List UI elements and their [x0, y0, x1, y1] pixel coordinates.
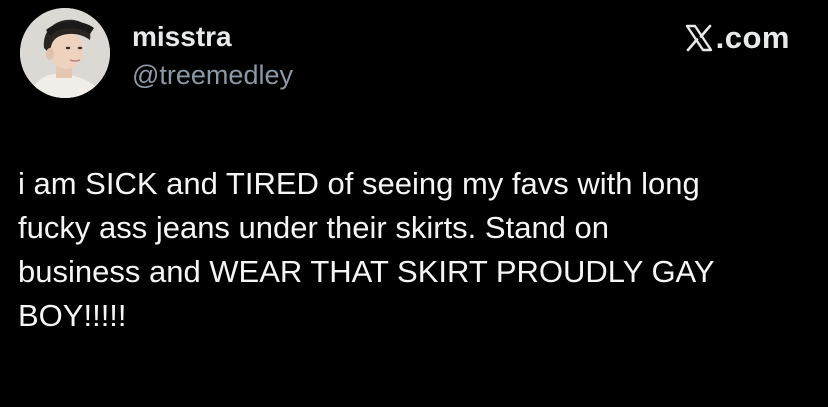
tweet-text-line: BOY!!!!!: [18, 298, 127, 333]
brand-text: .com: [715, 20, 790, 55]
brand-watermark: .com: [684, 18, 790, 58]
author-handle[interactable]: @treemedley: [132, 58, 293, 92]
profile-photo-icon: [20, 8, 110, 98]
tweet-text-line: fucky ass jeans under their skirts. Stan…: [18, 210, 610, 245]
tweet-card: misstra @treemedley .com i am SICK and T…: [0, 0, 828, 407]
avatar[interactable]: [20, 8, 110, 98]
tweet-text-line: i am SICK and TIRED of seeing my favs wi…: [18, 166, 700, 201]
tweet-text-line: business and WEAR THAT SKIRT PROUDLY GAY: [18, 254, 715, 289]
author-display-name[interactable]: misstra: [132, 20, 232, 54]
tweet-text: i am SICK and TIRED of seeing my favs wi…: [18, 162, 813, 338]
x-logo-icon: [685, 24, 712, 52]
